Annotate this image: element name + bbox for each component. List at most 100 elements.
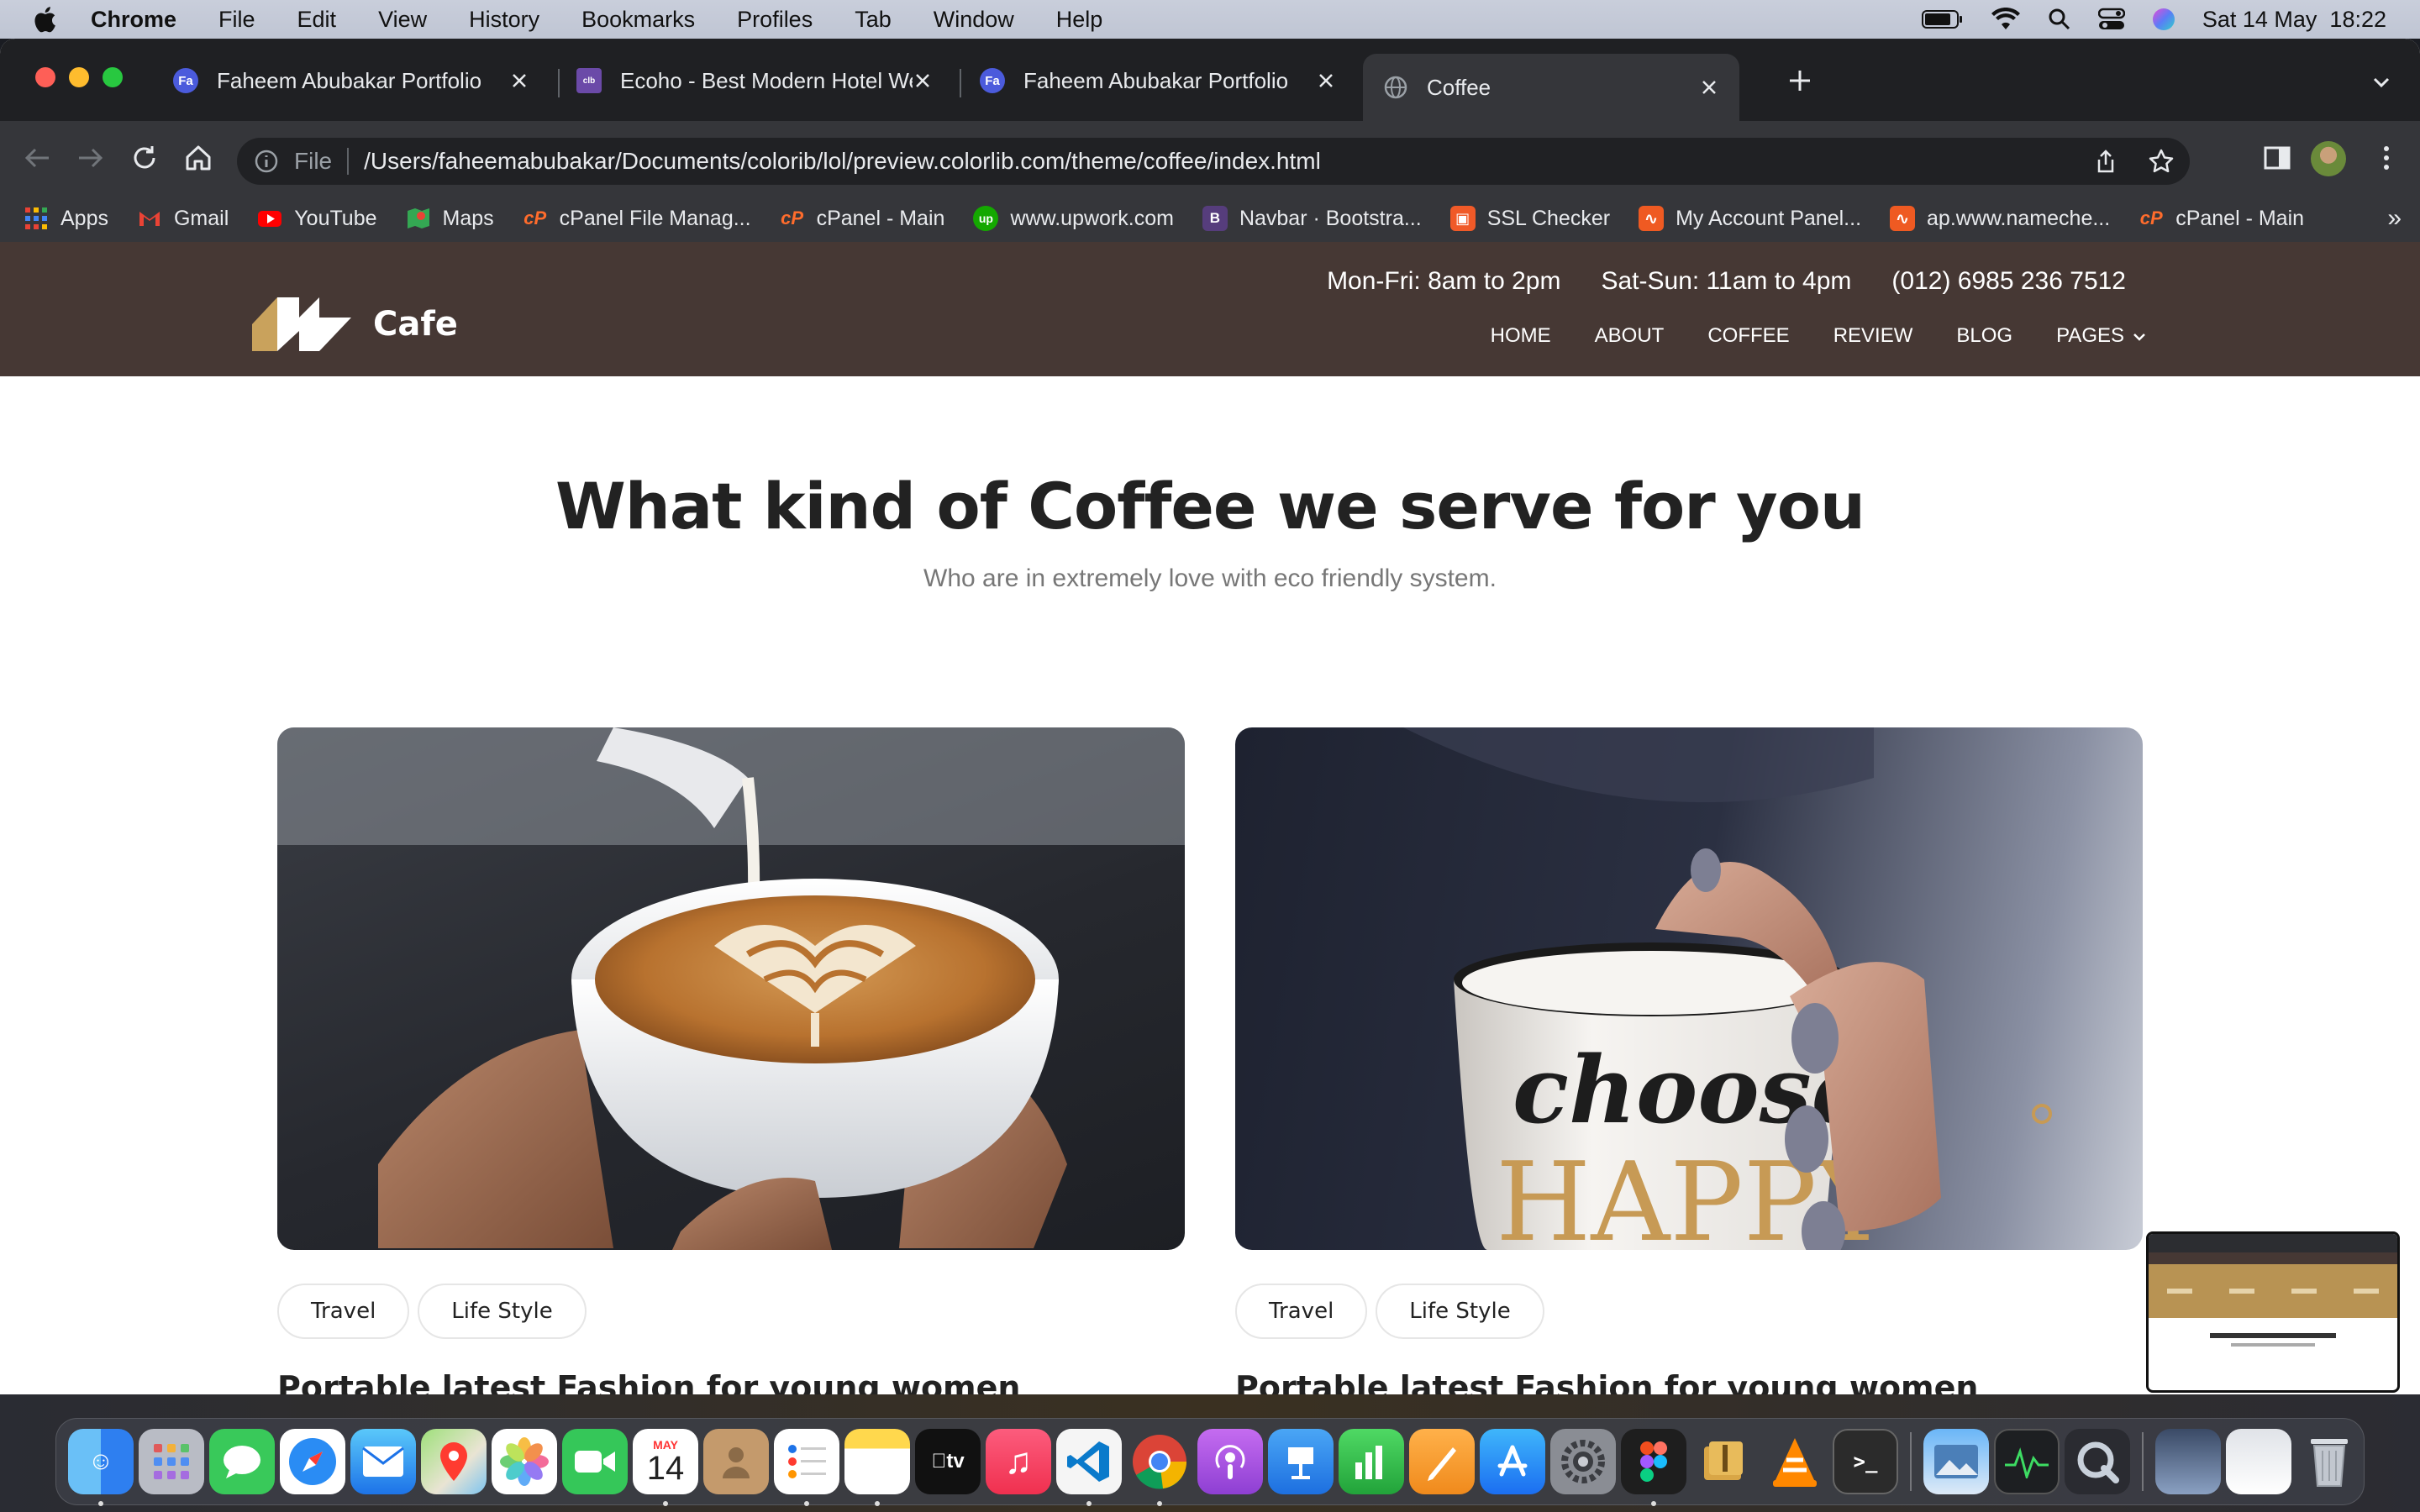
facetime-icon[interactable] [562,1429,628,1494]
profile-avatar[interactable] [2311,141,2346,176]
bookmark-cpanel-main[interactable]: cP cPanel - Main [780,206,944,231]
card-title[interactable]: Portable latest Fashion for young women [1235,1369,2143,1394]
spotlight-search-icon[interactable] [2048,8,2071,31]
phone-number[interactable]: (012) 6985 236 7512 [1891,267,2126,296]
menu-bookmarks[interactable]: Bookmarks [581,7,695,33]
quicktime-icon[interactable] [2065,1429,2130,1494]
control-center-icon[interactable] [2097,8,2125,31]
terminal-icon[interactable]: >_ [1833,1429,1898,1494]
wifi-icon[interactable] [1991,8,2021,31]
site-logo[interactable]: Cafe [252,297,458,351]
vscode-icon[interactable] [1056,1429,1122,1506]
keynote-icon[interactable] [1268,1429,1334,1494]
menu-tab[interactable]: Tab [855,7,892,33]
documents-stack-icon[interactable] [2226,1429,2291,1494]
back-arrow-icon[interactable] [18,139,55,176]
side-panel-icon[interactable] [2259,139,2296,176]
latte-art-photo[interactable] [277,727,1185,1250]
menu-edit[interactable]: Edit [297,7,337,33]
podcasts-icon[interactable] [1197,1429,1263,1494]
chrome-icon[interactable] [1127,1429,1192,1506]
maps-app-icon[interactable] [421,1429,487,1494]
bookmark-bootstrap[interactable]: B Navbar · Bootstra... [1202,206,1422,231]
tab-search-chevron-icon[interactable] [2368,69,2395,96]
nav-about[interactable]: ABOUT [1595,324,1665,348]
nav-blog[interactable]: BLOG [1956,324,2012,348]
photos-icon[interactable] [492,1429,557,1494]
nav-review[interactable]: REVIEW [1833,324,1913,348]
tag-travel[interactable]: Travel [1235,1284,1368,1339]
tag-life-style[interactable]: Life Style [418,1284,587,1339]
music-icon[interactable]: ♫ [986,1429,1051,1494]
card-title[interactable]: Portable latest Fashion for young women [277,1369,1185,1394]
menu-help[interactable]: Help [1056,7,1103,33]
finder-icon[interactable]: ☺ [68,1429,134,1506]
trash-icon[interactable] [2296,1429,2362,1494]
close-tab-icon[interactable] [504,66,534,96]
bookmark-gmail[interactable]: Gmail [137,206,229,231]
bookmark-cpanel-file[interactable]: cP cPanel File Manag... [523,206,750,231]
notes-icon[interactable] [844,1429,910,1506]
url-text[interactable]: /Users/faheemabubakar/Documents/colorib/… [364,148,1321,175]
maximize-window-button[interactable] [103,67,123,87]
bookmark-youtube[interactable]: YouTube [257,206,377,231]
battery-icon[interactable] [1921,9,1964,29]
archive-utility-icon[interactable] [1691,1429,1757,1494]
bookmark-maps[interactable]: Maps [406,206,494,231]
new-tab-icon[interactable] [1785,66,1815,96]
home-icon[interactable] [180,139,217,176]
close-window-button[interactable] [35,67,55,87]
bookmark-namecheap[interactable]: ∿ ap.www.nameche... [1890,206,2110,231]
close-tab-icon[interactable] [1311,66,1341,96]
nav-pages[interactable]: PAGES [2056,324,2146,348]
vlc-icon[interactable] [1762,1429,1828,1494]
reminders-icon[interactable] [774,1429,839,1506]
system-preferences-icon[interactable] [1550,1429,1616,1494]
reload-icon[interactable] [126,139,163,176]
app-store-icon[interactable] [1480,1429,1545,1494]
bookmark-star-icon[interactable] [2148,148,2175,175]
tag-travel[interactable]: Travel [277,1284,410,1339]
numbers-icon[interactable] [1339,1429,1404,1494]
nav-coffee[interactable]: COFFEE [1707,324,1789,348]
close-tab-icon[interactable] [908,66,938,96]
menu-profiles[interactable]: Profiles [737,7,813,33]
bookmark-upwork[interactable]: up www.upwork.com [973,206,1174,231]
pages-icon[interactable] [1409,1429,1475,1494]
mail-icon[interactable] [350,1429,416,1494]
menu-file[interactable]: File [218,7,255,33]
siri-icon[interactable] [2152,8,2175,31]
info-icon[interactable] [254,149,279,174]
choose-happy-mug-photo[interactable]: choose HAPPY [1235,727,2143,1250]
share-icon[interactable] [2092,148,2119,175]
apple-logo-icon[interactable] [32,5,57,34]
screenshot-preview-thumbnail[interactable] [2146,1231,2400,1393]
minimize-window-button[interactable] [69,67,89,87]
bookmarks-overflow-icon[interactable]: » [2387,204,2402,233]
menu-window[interactable]: Window [934,7,1014,33]
nav-home[interactable]: HOME [1491,324,1551,348]
tab-portfolio-1[interactable]: Fa Faheem Abubakar Portfolio [173,54,550,108]
menu-history[interactable]: History [469,7,539,33]
bookmark-account-panel[interactable]: ∿ My Account Panel... [1639,206,1861,231]
messages-icon[interactable] [209,1429,275,1494]
calendar-icon[interactable]: MAY 14 [633,1429,698,1506]
bookmark-cpanel-main-2[interactable]: cP cPanel - Main [2139,206,2304,231]
menu-app-name[interactable]: Chrome [91,7,176,33]
menu-view[interactable]: View [378,7,427,33]
safari-icon[interactable] [280,1429,345,1494]
forward-arrow-icon[interactable] [72,139,109,176]
tab-ecoho[interactable]: clb Ecoho - Best Modern Hotel We [576,54,953,108]
tag-life-style[interactable]: Life Style [1376,1284,1544,1339]
contacts-icon[interactable] [703,1429,769,1494]
figma-icon[interactable] [1621,1429,1686,1506]
activity-monitor-icon[interactable] [1994,1429,2060,1494]
menubar-clock[interactable]: Sat 14 May 18:22 [2202,7,2386,33]
bookmark-ssl[interactable]: ▣ SSL Checker [1449,206,1610,231]
address-bar[interactable]: File /Users/faheemabubakar/Documents/col… [237,138,2190,185]
kebab-menu-icon[interactable] [2368,139,2405,176]
downloads-stack-icon[interactable] [2155,1429,2221,1494]
apple-tv-icon[interactable]: tv [915,1429,981,1494]
tab-coffee-active[interactable]: Coffee [1363,54,1739,121]
preview-icon[interactable] [1923,1429,1989,1494]
